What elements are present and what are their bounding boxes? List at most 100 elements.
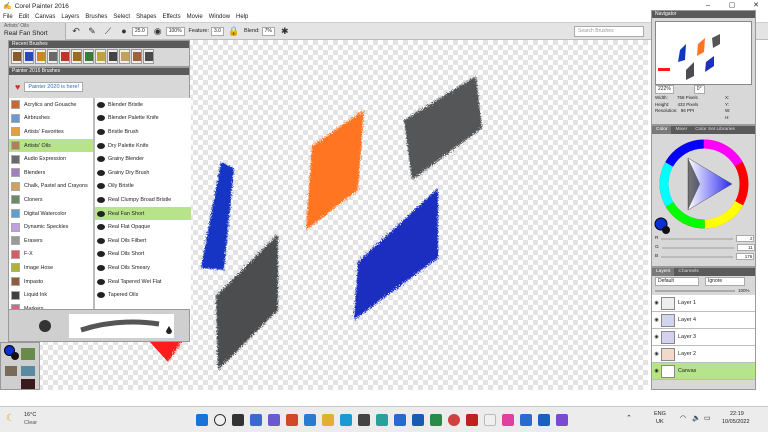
menu-effects[interactable]: Effects	[162, 14, 180, 20]
dell-icon[interactable]	[358, 414, 370, 426]
clock-date[interactable]: 10/05/2022	[722, 419, 750, 425]
recent-brush-8[interactable]	[95, 49, 106, 64]
mail-icon[interactable]	[394, 414, 406, 426]
tab-color[interactable]: Color	[652, 126, 672, 134]
widgets-icon[interactable]	[250, 414, 262, 426]
store-icon[interactable]	[304, 414, 316, 426]
brush-category-item[interactable]: Airbrushes	[9, 112, 93, 126]
recent-brush-11[interactable]	[131, 49, 142, 64]
brush-variant-item[interactable]: Real Oils Smeary	[95, 261, 191, 275]
layer-row[interactable]: ◉ Layer 3	[652, 329, 755, 346]
additional-color-indicator[interactable]	[662, 226, 670, 234]
brush-options-icon[interactable]: ✱	[279, 25, 291, 37]
brush-category-item[interactable]: Artists' Oils	[9, 138, 93, 153]
recent-brush-6[interactable]	[71, 49, 82, 64]
wifi-icon[interactable]: ◠	[680, 414, 686, 422]
brush-variant-item[interactable]: Tapered Oils	[95, 288, 191, 302]
file-explorer-icon[interactable]	[322, 414, 334, 426]
gradient-swatch[interactable]	[21, 366, 35, 376]
brush-variant-item[interactable]: Bristle Brush	[95, 125, 191, 139]
opacity-field[interactable]: 100%	[165, 26, 185, 36]
tab-color-set-libraries[interactable]: Color Set Libraries	[691, 126, 739, 134]
weather-temp[interactable]: 16°C	[24, 412, 36, 418]
layer-row[interactable]: ◉ Layer 4	[652, 312, 755, 329]
layer-row[interactable]: ◉ Canvas	[652, 363, 755, 380]
secondary-color-swatch[interactable]	[11, 352, 19, 360]
brush-variant-item[interactable]: Oily Bristle	[95, 180, 191, 194]
outlook-icon[interactable]	[412, 414, 424, 426]
brush-category-item[interactable]: Digital Watercolor	[9, 207, 93, 221]
tab-layers[interactable]: Layers	[652, 268, 675, 276]
brush-variant-item[interactable]: Blender Palette Knife	[95, 112, 191, 126]
start-icon[interactable]	[196, 414, 208, 426]
chat-icon[interactable]	[268, 414, 280, 426]
recent-brush-2[interactable]	[23, 49, 34, 64]
outlook-2-icon[interactable]	[538, 414, 550, 426]
recent-brush-7[interactable]	[83, 49, 94, 64]
visibility-eye-icon[interactable]: ◉	[652, 368, 661, 374]
paint-icon[interactable]	[502, 414, 514, 426]
brush-variant-item[interactable]: Real Flat Opaque	[95, 220, 191, 234]
b-value[interactable]: 176	[736, 253, 755, 260]
edge-icon[interactable]	[340, 414, 352, 426]
task-view-icon[interactable]	[232, 414, 244, 426]
menu-edit[interactable]: Edit	[19, 14, 29, 20]
layer-row[interactable]: ◉ Layer 2	[652, 346, 755, 363]
brush-variant-item[interactable]: Grainy Blender	[95, 152, 191, 166]
menu-window[interactable]: Window	[209, 14, 230, 20]
zoom-field[interactable]: 222%	[655, 85, 674, 94]
recent-brush-5[interactable]	[59, 49, 70, 64]
visibility-eye-icon[interactable]: ◉	[652, 351, 661, 357]
word-icon[interactable]	[520, 414, 532, 426]
painter-taskbar-icon[interactable]	[484, 414, 496, 426]
weaving-swatch[interactable]	[21, 379, 35, 389]
excel-icon[interactable]	[430, 414, 442, 426]
stroke-type-icon[interactable]: ⟋	[102, 25, 114, 37]
navigator-preview[interactable]	[655, 21, 752, 85]
weather-text[interactable]: Clear	[24, 420, 37, 426]
brush-category-item[interactable]: F-X	[9, 248, 93, 262]
brush-category-item[interactable]: Chalk, Pastel and Crayons	[9, 180, 93, 194]
battery-icon[interactable]: ▭	[704, 414, 711, 422]
menu-help[interactable]: Help	[236, 14, 248, 20]
menu-file[interactable]: File	[3, 14, 13, 20]
recent-brush-9[interactable]	[107, 49, 118, 64]
brush-variant-item[interactable]: Real Fan Short	[95, 206, 191, 221]
brush-category-item[interactable]: Dynamic Speckles	[9, 220, 93, 234]
menu-layers[interactable]: Layers	[61, 14, 79, 20]
app-icon[interactable]	[376, 414, 388, 426]
reset-tool-icon[interactable]: ↶	[70, 25, 82, 37]
visibility-eye-icon[interactable]: ◉	[652, 300, 661, 306]
brush-category-item[interactable]: Artists' Favorites	[9, 125, 93, 139]
g-value[interactable]: 11	[736, 244, 755, 251]
brush-category-item[interactable]: Image Hose	[9, 261, 93, 275]
brush-variant-item[interactable]: Real Oils Short	[95, 248, 191, 262]
brush-variant-item[interactable]: Blender Bristle	[95, 98, 191, 112]
recent-brush-1[interactable]	[11, 49, 22, 64]
menu-movie[interactable]: Movie	[187, 14, 203, 20]
recent-brush-12[interactable]	[143, 49, 154, 64]
menu-canvas[interactable]: Canvas	[35, 14, 55, 20]
powerpoint-icon[interactable]	[286, 414, 298, 426]
pattern-swatch[interactable]	[5, 366, 17, 376]
visibility-eye-icon[interactable]: ◉	[652, 317, 661, 323]
brush-type-icon[interactable]: ✎	[86, 25, 98, 37]
brush-variant-item[interactable]: Real Tapered Wet Flat	[95, 275, 191, 289]
layer-row[interactable]: ◉ Layer 1	[652, 295, 755, 312]
volume-icon[interactable]: 🔈	[692, 414, 701, 422]
brush-category-item[interactable]: Audio Expression	[9, 152, 93, 166]
feature-field[interactable]: 3.0	[211, 26, 224, 36]
brush-variant-item[interactable]: Grainy Dry Brush	[95, 166, 191, 180]
brush-category-item[interactable]: Acrylics and Gouache	[9, 98, 93, 112]
brush-variant-item[interactable]: Dry Palette Knife	[95, 139, 191, 153]
lock-icon[interactable]: 🔒	[228, 25, 240, 37]
layer-opacity-value[interactable]: 100%	[738, 288, 750, 293]
brush-variant-item[interactable]: Real Oils Filbert	[95, 234, 191, 248]
mcafee-icon[interactable]	[466, 414, 478, 426]
menu-brushes[interactable]: Brushes	[85, 14, 107, 20]
brush-selector[interactable]: Artists' Oils Real Fan Short	[0, 22, 66, 40]
color-wheel[interactable]	[652, 134, 755, 234]
language-region[interactable]: UK	[656, 419, 664, 425]
r-slider[interactable]	[661, 237, 734, 240]
brush-category-item[interactable]: Liquid Ink	[9, 288, 93, 302]
